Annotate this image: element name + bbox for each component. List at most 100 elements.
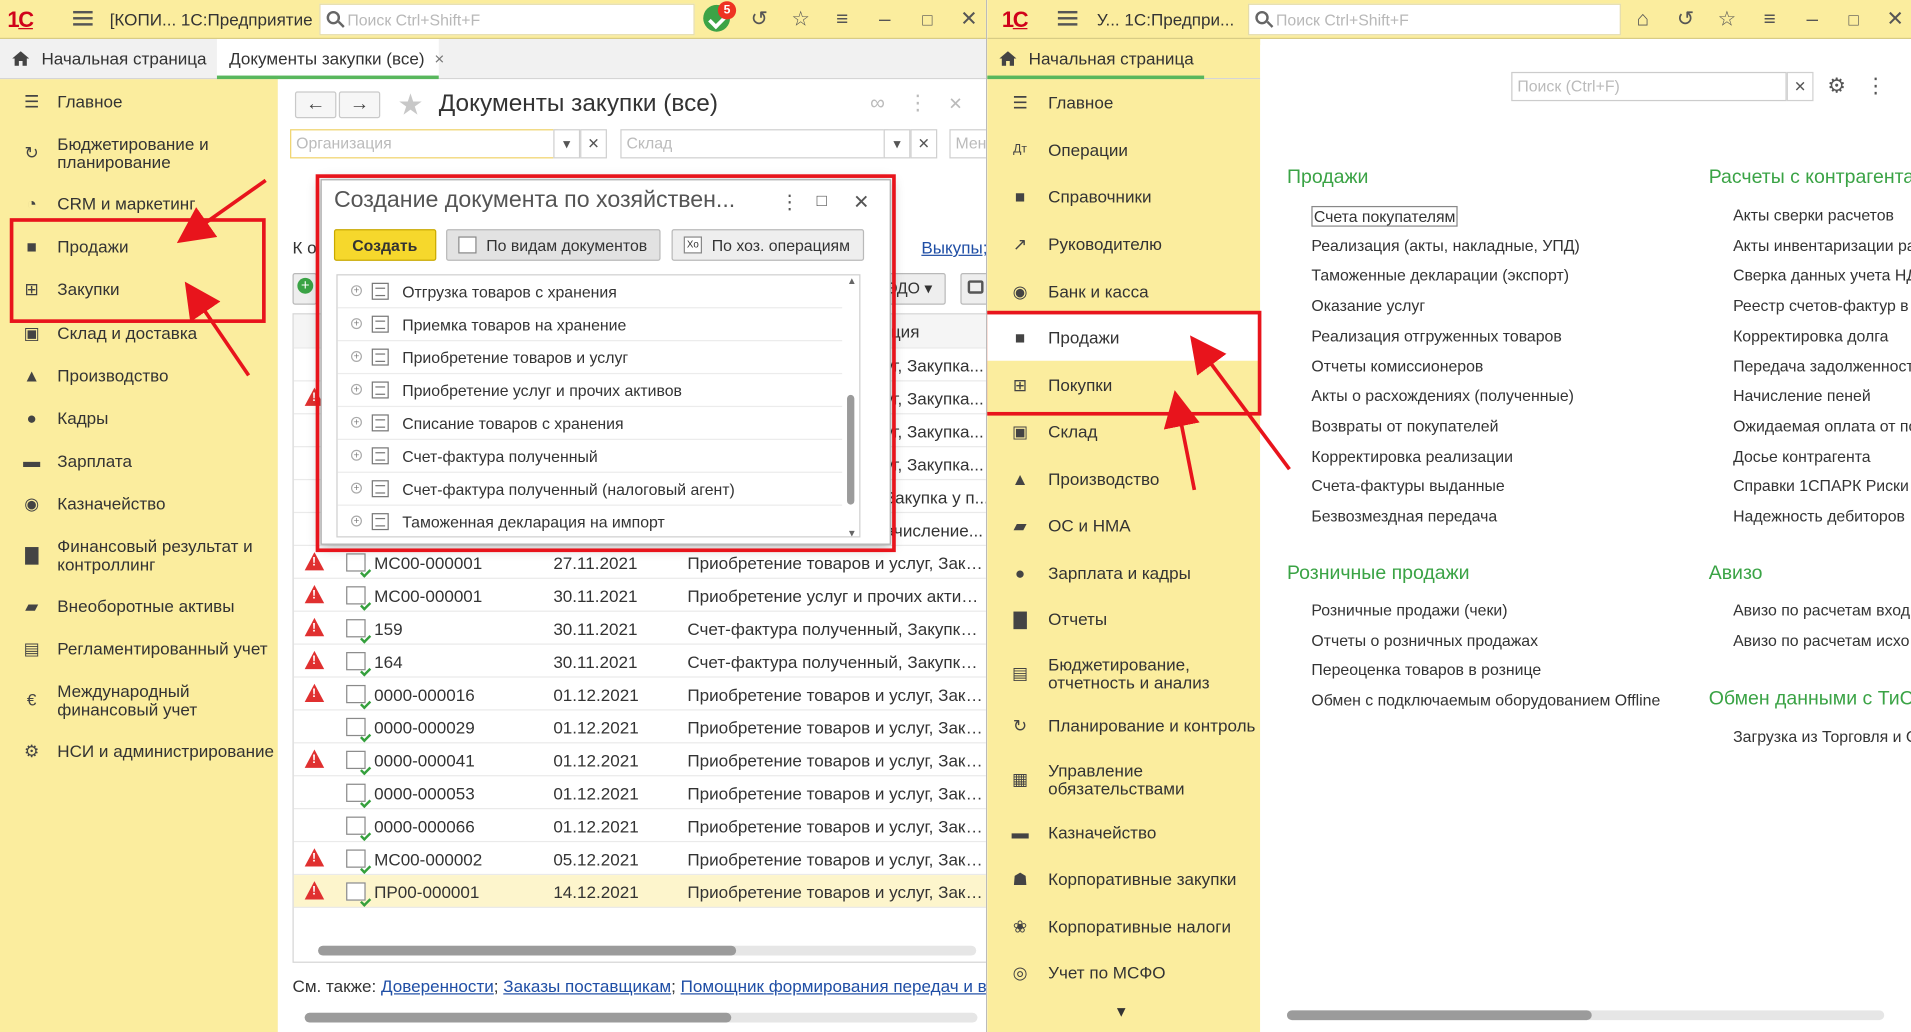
- sidebar-item-admin[interactable]: ⚙ НСИ и администрирование: [0, 741, 278, 761]
- table-row[interactable]: 0000-000029 01.12.2021 Приобретение товаро…: [293, 711, 986, 744]
- section-link[interactable]: Оказание услуг: [1311, 296, 1425, 314]
- warehouse-dropdown-icon[interactable]: ▾: [883, 129, 911, 159]
- favorites-star-icon[interactable]: ☆: [789, 7, 813, 31]
- sidebar-item-bank[interactable]: ◉ Банк и касса: [987, 282, 1260, 302]
- maximize-icon[interactable]: □: [1842, 7, 1866, 31]
- settings-menu-icon[interactable]: ≡: [830, 7, 854, 31]
- menu-icon[interactable]: [1057, 10, 1078, 26]
- section-link[interactable]: Безвозмездная передача: [1311, 507, 1497, 525]
- sidebar-item-fixed-assets[interactable]: ▰ Внеоборотные активы: [0, 596, 278, 616]
- table-row[interactable]: 0000-000016 01.12.2021 Приобретение товаро…: [293, 678, 986, 711]
- sidebar-item-operations[interactable]: Дт Операции: [987, 141, 1260, 159]
- panel-more-icon[interactable]: ⋮: [1863, 74, 1887, 98]
- warehouse-filter-input[interactable]: Склад: [620, 129, 889, 159]
- section-link[interactable]: Корректировка реализации: [1311, 447, 1513, 465]
- sidebar-item-salary[interactable]: ▬ Зарплата: [0, 451, 278, 471]
- settings-menu-icon[interactable]: ≡: [1757, 7, 1781, 31]
- print-icon[interactable]: [960, 273, 986, 305]
- sidebar-item-budgeting[interactable]: ↻ Бюджетирование и планирование: [0, 135, 278, 172]
- link-supplier-orders[interactable]: Заказы поставщикам: [503, 976, 671, 996]
- scroll-more-icon[interactable]: ▼: [1114, 1003, 1128, 1020]
- global-search-input[interactable]: Поиск Ctrl+Shift+F: [1248, 3, 1621, 36]
- section-link[interactable]: Розничные продажи (чеки): [1311, 601, 1507, 619]
- sidebar-item-hr[interactable]: ● Кадры: [0, 408, 278, 428]
- settings-gear-icon[interactable]: ⚙: [1824, 74, 1848, 98]
- scroll-thumb[interactable]: [304, 1012, 732, 1023]
- sidebar-item-main[interactable]: ☰ Главное: [987, 93, 1260, 113]
- notifications-bell-icon[interactable]: ⌂: [1631, 7, 1655, 31]
- minimize-icon[interactable]: –: [873, 7, 897, 31]
- sidebar-item-treasury[interactable]: ◉ Казначейство: [0, 494, 278, 514]
- section-link[interactable]: Акты о расхождениях (полученные): [1311, 387, 1574, 405]
- back-button[interactable]: ←: [294, 91, 337, 119]
- organization-dropdown-icon[interactable]: ▾: [553, 129, 581, 159]
- organization-clear-icon[interactable]: ✕: [580, 129, 607, 159]
- horizontal-scrollbar[interactable]: [318, 945, 977, 956]
- history-icon[interactable]: ↺: [1673, 7, 1697, 31]
- sidebar-item-treasury[interactable]: ▬ Казначейство: [987, 823, 1260, 843]
- sidebar-item-production[interactable]: ▲ Производство: [0, 366, 278, 386]
- section-link[interactable]: Реестр счетов-фактур в: [1733, 296, 1909, 314]
- section-link[interactable]: Счета покупателям: [1311, 205, 1458, 227]
- forward-button[interactable]: →: [338, 91, 381, 119]
- sidebar-item-fixed-assets[interactable]: ▰ ОС и НМА: [987, 516, 1260, 536]
- table-row[interactable]: МС00-000001 30.11.2021 Приобретение услуг …: [293, 579, 986, 612]
- table-row[interactable]: 0000-000041 01.12.2021 Приобретение товаро…: [293, 743, 986, 777]
- close-window-icon[interactable]: ✕: [1883, 7, 1907, 31]
- link-transfer-assistant[interactable]: Помощник формирования передач и выкупов: [681, 976, 986, 996]
- section-link[interactable]: Начисление пеней: [1733, 387, 1871, 405]
- section-link[interactable]: Обмен с подключаемым оборудованием Offli…: [1311, 691, 1660, 709]
- sidebar-item-ifrs[interactable]: ◎ Учет по МСФО: [987, 963, 1260, 983]
- section-link[interactable]: Реализация (акты, накладные, УПД): [1311, 236, 1579, 254]
- section-link[interactable]: Счета-фактуры выданные: [1311, 477, 1504, 495]
- global-search-input[interactable]: Поиск Ctrl+Shift+F: [319, 3, 695, 36]
- sidebar-item-main[interactable]: ☰ Главное: [0, 91, 278, 111]
- history-icon[interactable]: ↺: [747, 7, 771, 31]
- sidebar-item-production[interactable]: ▲ Производство: [987, 469, 1260, 489]
- sidebar-item-reports[interactable]: ▇ Отчеты: [987, 609, 1260, 629]
- close-form-icon[interactable]: ✕: [943, 91, 967, 115]
- menu-icon[interactable]: [73, 10, 93, 26]
- sidebar-item-ifrs[interactable]: € Международный финансовый учет: [0, 682, 278, 720]
- section-link[interactable]: Передача задолженност: [1733, 356, 1911, 374]
- sidebar-item-salary-hr[interactable]: ● Зарплата и кадры: [987, 563, 1260, 583]
- table-row[interactable]: ПР00-000001 14.12.2021 Приобретение товаро…: [293, 875, 986, 908]
- sidebar-item-obligations[interactable]: ▦ Управление обязательствами: [987, 761, 1260, 799]
- section-link[interactable]: Корректировка долга: [1733, 326, 1888, 344]
- section-link[interactable]: Возвраты от покупателей: [1311, 417, 1498, 435]
- section-link[interactable]: Авизо по расчетам исхо: [1733, 631, 1909, 649]
- sidebar-item-crm[interactable]: ◔ CRM и маркетинг: [0, 194, 278, 214]
- panel-horizontal-scrollbar[interactable]: [1287, 1010, 1885, 1021]
- scroll-thumb[interactable]: [318, 945, 737, 956]
- section-search-clear-icon[interactable]: ✕: [1786, 71, 1814, 102]
- sidebar-item-budgeting[interactable]: ▤ Бюджетирование, отчетность и анализ: [987, 655, 1260, 693]
- table-row[interactable]: 0000-000066 01.12.2021 Приобретение товаро…: [293, 809, 986, 843]
- favorite-star-icon[interactable]: ★: [397, 88, 423, 123]
- minimize-icon[interactable]: –: [1800, 7, 1824, 31]
- warehouse-clear-icon[interactable]: ✕: [910, 129, 938, 159]
- sidebar-item-corporate-purchases[interactable]: ☗ Корпоративные закупки: [987, 869, 1260, 889]
- tab-home[interactable]: Начальная страница: [987, 39, 1205, 80]
- sidebar-item-corporate-taxes[interactable]: ❀ Корпоративные налоги: [987, 917, 1260, 937]
- section-link[interactable]: Справки 1СПАРК Риски: [1733, 477, 1909, 495]
- section-search-input[interactable]: Поиск (Ctrl+F): [1511, 71, 1787, 102]
- section-link[interactable]: Отчеты о розничных продажах: [1311, 631, 1538, 649]
- section-link[interactable]: Ожидаемая оплата от по: [1733, 417, 1911, 435]
- table-row[interactable]: 164 30.11.2021 Счет-фактура полученный, За…: [293, 645, 986, 678]
- section-link[interactable]: Акты инвентаризации ра: [1733, 236, 1911, 254]
- link-icon[interactable]: ∞: [865, 91, 889, 115]
- sidebar-item-financial-result[interactable]: ▇ Финансовый результат и контроллинг: [0, 537, 278, 574]
- sidebar-item-regulated-accounting[interactable]: ▤ Регламентированный учет: [0, 639, 278, 659]
- tab-home[interactable]: Начальная страница: [0, 39, 215, 79]
- tab-purchase-documents[interactable]: Документы закупки (все) ×: [216, 39, 444, 80]
- section-link[interactable]: Загрузка из Торговля и С: [1733, 728, 1911, 746]
- partial-links[interactable]: Выкупы; Спи: [921, 238, 986, 258]
- more-actions-icon[interactable]: ⋮: [906, 91, 930, 115]
- section-link[interactable]: Сверка данных учета НД: [1733, 266, 1911, 284]
- table-row[interactable]: 159 30.11.2021 Счет-фактура полученный, За…: [293, 612, 986, 645]
- close-window-icon[interactable]: ✕: [957, 7, 981, 31]
- section-link[interactable]: Таможенные декларации (экспорт): [1311, 266, 1569, 284]
- manager-filter-input[interactable]: Мене: [949, 129, 986, 159]
- organization-filter-input[interactable]: Организация: [290, 129, 559, 159]
- link-power-of-attorney[interactable]: Доверенности: [381, 976, 494, 996]
